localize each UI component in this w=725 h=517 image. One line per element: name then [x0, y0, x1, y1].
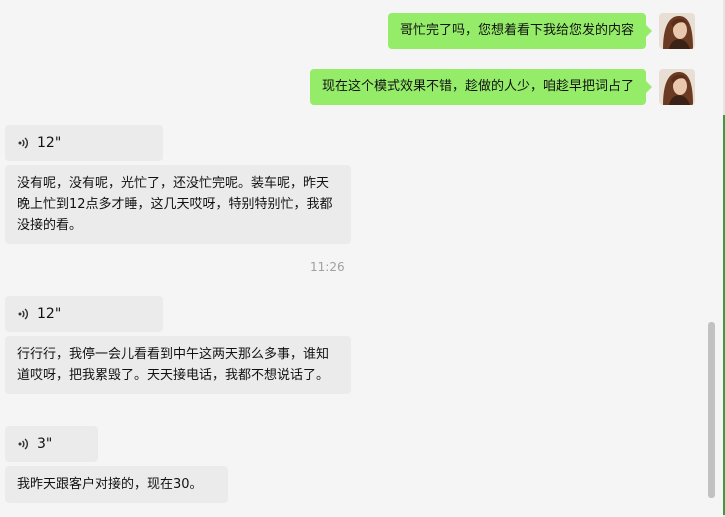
user-avatar[interactable]: [659, 69, 695, 105]
scrollbar-thumb[interactable]: [708, 322, 715, 498]
sent-bubble[interactable]: 现在这个模式效果不错，趁做的人少，咱趁早把词占了: [309, 69, 653, 105]
voice-message[interactable]: 12": [5, 125, 163, 161]
received-text: 没有呢，没有呢，光忙了，还没忙完呢。装车呢，昨天晚上忙到12点多才睡，这几天哎呀…: [17, 176, 333, 233]
received-bubble[interactable]: 没有呢，没有呢，光忙了，还没忙完呢。装车呢，昨天晚上忙到12点多才睡，这几天哎呀…: [5, 165, 351, 244]
sent-text: 哥忙完了吗，您想着看下我给您发的内容: [399, 23, 634, 38]
timestamp: 11:26: [310, 260, 345, 274]
voice-duration: 12": [37, 305, 62, 322]
sent-text: 现在这个模式效果不错，趁做的人少，咱趁早把词占了: [321, 79, 634, 94]
sent-bubble[interactable]: 哥忙完了吗，您想着看下我给您发的内容: [387, 13, 653, 49]
voice-message[interactable]: 3": [5, 426, 98, 462]
received-bubble[interactable]: 行行行，我停一会儿看看到中午这两天那么多事，谁知道哎呀，把我累毁了。天天接电话，…: [5, 336, 351, 394]
voice-message[interactable]: 12": [5, 296, 163, 332]
received-text: 我昨天跟客户对接的，现在30。: [17, 477, 203, 492]
sent-message: 现在这个模式效果不错，趁做的人少，咱趁早把词占了: [309, 69, 695, 105]
user-avatar[interactable]: [659, 13, 695, 49]
avatar-image: [659, 13, 695, 49]
sent-message: 哥忙完了吗，您想着看下我给您发的内容: [387, 13, 695, 49]
received-bubble[interactable]: 我昨天跟客户对接的，现在30。: [5, 466, 228, 503]
chat-window: 哥忙完了吗，您想着看下我给您发的内容 现在这个模式效果不错，趁做的人少，咱趁早把…: [0, 0, 725, 517]
voice-wave-icon: [17, 136, 31, 150]
voice-duration: 3": [37, 435, 53, 452]
avatar-image: [659, 69, 695, 105]
voice-duration: 12": [37, 134, 62, 151]
voice-wave-icon: [17, 437, 31, 451]
voice-wave-icon: [17, 307, 31, 321]
received-text: 行行行，我停一会儿看看到中午这两天那么多事，谁知道哎呀，把我累毁了。天天接电话，…: [17, 347, 330, 383]
